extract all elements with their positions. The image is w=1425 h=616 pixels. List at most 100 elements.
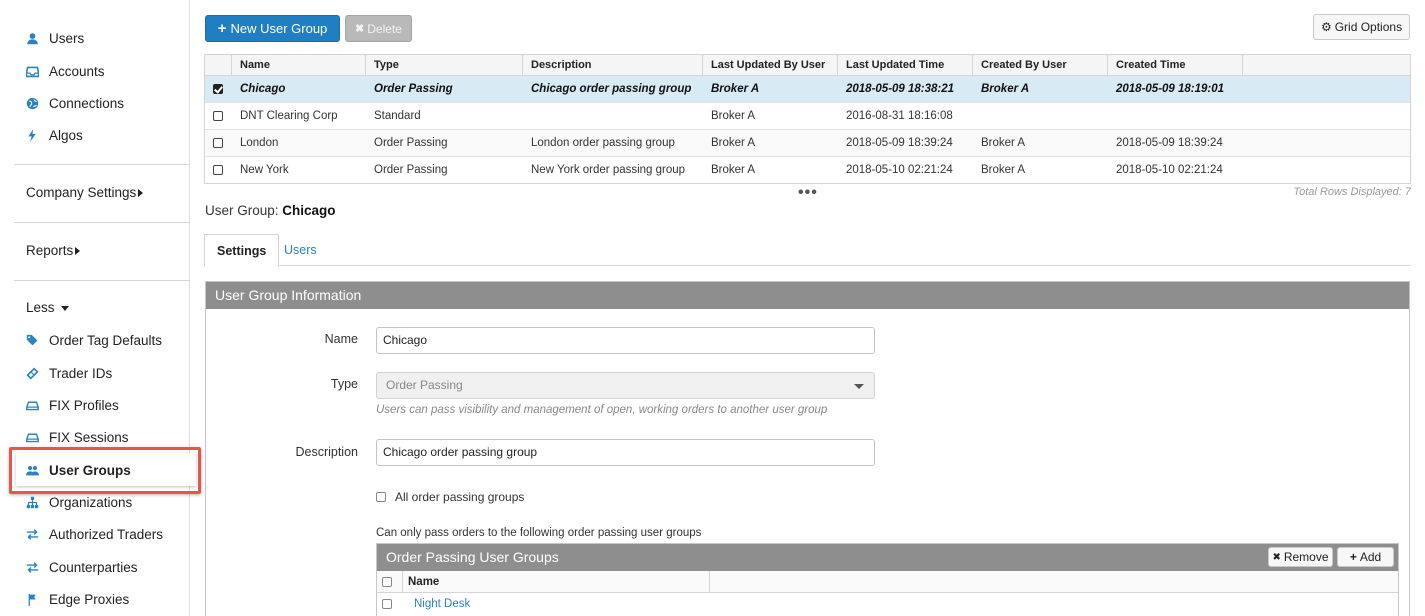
exchange-icon bbox=[24, 559, 40, 575]
name-field[interactable]: Chicago bbox=[376, 327, 875, 354]
caret-right-icon bbox=[138, 189, 144, 198]
close-icon: ✖ bbox=[355, 23, 365, 35]
sidebar-company-settings[interactable]: Company Settings bbox=[26, 185, 144, 200]
cell-description bbox=[523, 103, 703, 129]
new-user-group-button[interactable]: + New User Group bbox=[205, 15, 340, 42]
name-label: Name bbox=[324, 332, 358, 346]
row-checkbox[interactable] bbox=[213, 164, 223, 175]
flag-icon bbox=[24, 591, 40, 607]
table-row[interactable]: DNT Clearing Corp Standard Broker A 2016… bbox=[205, 103, 1410, 130]
opg-row-name-link[interactable]: Night Desk bbox=[403, 593, 470, 615]
row-checkbox[interactable] bbox=[213, 137, 223, 148]
row-checkbox[interactable] bbox=[213, 83, 223, 94]
cell-name: London bbox=[240, 137, 279, 149]
inbox-icon bbox=[24, 63, 40, 79]
order-passing-user-groups-panel: Order Passing User Groups ✖ Remove + Add N… bbox=[376, 543, 1399, 616]
sidebar-item-fix-sessions[interactable]: FIX Sessions bbox=[24, 426, 129, 448]
grid-options-button[interactable]: ⚙ Grid Options bbox=[1313, 14, 1410, 40]
column-header-created-time[interactable]: Created Time bbox=[1108, 55, 1243, 75]
column-header-updated-by[interactable]: Last Updated By User bbox=[703, 55, 838, 75]
sidebar-item-trader-ids[interactable]: Trader IDs bbox=[24, 362, 112, 384]
sidebar-item-fix-profiles[interactable]: FIX Profiles bbox=[24, 394, 119, 416]
sidebar-item-accounts[interactable]: Accounts bbox=[24, 60, 105, 82]
delete-button[interactable]: ✖ Delete bbox=[345, 15, 412, 42]
grid-header: Name Type Description Last Updated By Us… bbox=[205, 55, 1410, 76]
cell-type: Order Passing bbox=[374, 164, 448, 176]
sidebar-item-authorized-traders[interactable]: Authorized Traders bbox=[24, 523, 163, 545]
sidebar-item-order-tag-defaults[interactable]: Order Tag Defaults bbox=[24, 329, 162, 351]
cell-name: Chicago bbox=[240, 83, 286, 95]
column-header-name[interactable]: Name bbox=[232, 55, 366, 75]
sidebar-item-edge-proxies[interactable]: Edge Proxies bbox=[24, 588, 129, 610]
cell-type: Standard bbox=[374, 110, 421, 122]
sidebar-item-organizations[interactable]: Organizations bbox=[24, 491, 132, 513]
less-label: Less bbox=[26, 300, 55, 315]
opg-select-all[interactable] bbox=[377, 571, 403, 592]
add-button[interactable]: + Add bbox=[1337, 547, 1394, 567]
detail-tabs: Settings Users bbox=[204, 234, 1411, 267]
type-select-value: Order Passing bbox=[386, 378, 463, 392]
column-header-description[interactable]: Description bbox=[523, 55, 703, 75]
exchange-icon bbox=[24, 526, 40, 542]
sidebar-item-algos[interactable]: Algos bbox=[24, 124, 83, 146]
sidebar-item-label: Trader IDs bbox=[49, 365, 113, 381]
ticket-icon bbox=[24, 365, 40, 381]
sidebar-item-users[interactable]: Users bbox=[24, 27, 84, 49]
table-row[interactable]: London Order Passing London order passin… bbox=[205, 130, 1410, 157]
cell-type: Order Passing bbox=[374, 83, 453, 95]
column-header-type[interactable]: Type bbox=[366, 55, 523, 75]
cell-updated-by: Broker A bbox=[711, 83, 760, 95]
caret-down-icon bbox=[60, 305, 69, 311]
sidebar-item-label: Algos bbox=[49, 127, 83, 143]
remove-button[interactable]: ✖ Remove bbox=[1268, 547, 1333, 567]
gear-icon: ⚙ bbox=[1320, 20, 1332, 34]
all-order-passing-groups-checkbox[interactable]: All order passing groups bbox=[376, 490, 524, 504]
company-settings-label: Company Settings bbox=[26, 185, 137, 200]
users-icon bbox=[24, 462, 40, 478]
grid-resize-handle[interactable]: ••• bbox=[798, 184, 818, 202]
type-select[interactable]: Order Passing bbox=[376, 372, 875, 399]
remove-label: Remove bbox=[1283, 549, 1329, 564]
user-group-prefix: User Group: bbox=[205, 203, 279, 218]
tags-icon bbox=[24, 332, 40, 348]
tab-settings[interactable]: Settings bbox=[204, 234, 280, 267]
divider bbox=[14, 164, 189, 165]
list-item[interactable]: Night Desk bbox=[377, 593, 1398, 615]
sidebar-item-user-groups[interactable]: User Groups bbox=[24, 459, 131, 481]
sidebar-reports[interactable]: Reports bbox=[26, 243, 81, 258]
column-header-created-by[interactable]: Created By User bbox=[973, 55, 1108, 75]
opg-column-name[interactable]: Name bbox=[403, 571, 710, 592]
column-header-spacer bbox=[1243, 55, 1410, 75]
type-label: Type bbox=[330, 377, 358, 391]
all-groups-label: All order passing groups bbox=[395, 490, 525, 504]
tab-users[interactable]: Users bbox=[272, 234, 329, 266]
sidebar-item-label: Edge Proxies bbox=[49, 591, 130, 607]
close-icon: ✖ bbox=[1272, 551, 1281, 563]
table-row[interactable]: New York Order Passing New York order pa… bbox=[205, 157, 1410, 184]
plus-icon: + bbox=[217, 20, 227, 37]
restrict-text: Can only pass orders to the following or… bbox=[376, 527, 702, 539]
total-rows-label: Total Rows Displayed: 7 bbox=[1293, 186, 1411, 198]
sidebar-item-connections[interactable]: Connections bbox=[24, 92, 124, 114]
description-field[interactable]: Chicago order passing group bbox=[376, 439, 875, 466]
table-row[interactable]: Chicago Order Passing Chicago order pass… bbox=[205, 76, 1410, 103]
sidebar-item-label: User Groups bbox=[49, 462, 131, 478]
grid-options-label: Grid Options bbox=[1334, 20, 1403, 34]
row-checkbox[interactable] bbox=[382, 598, 392, 609]
cell-created-by: Broker A bbox=[981, 137, 1026, 149]
cell-created-by bbox=[973, 103, 1108, 129]
sidebar-less-toggle[interactable]: Less bbox=[26, 300, 69, 315]
column-header-updated-time[interactable]: Last Updated Time bbox=[838, 55, 973, 75]
cell-created-by: Broker A bbox=[981, 164, 1026, 176]
description-label: Description bbox=[295, 445, 358, 459]
sidebar-item-label: Organizations bbox=[49, 494, 133, 510]
divider bbox=[14, 280, 189, 281]
plus-icon: + bbox=[1349, 549, 1357, 564]
checkbox[interactable] bbox=[376, 492, 386, 502]
row-checkbox[interactable] bbox=[213, 110, 223, 121]
sidebar-item-label: Connections bbox=[49, 95, 125, 111]
hdd-icon bbox=[24, 397, 40, 413]
cell-updated-time: 2018-05-10 02:21:24 bbox=[846, 164, 953, 176]
sidebar-item-counterparties[interactable]: Counterparties bbox=[24, 556, 138, 578]
select-all-checkbox[interactable] bbox=[382, 576, 392, 587]
